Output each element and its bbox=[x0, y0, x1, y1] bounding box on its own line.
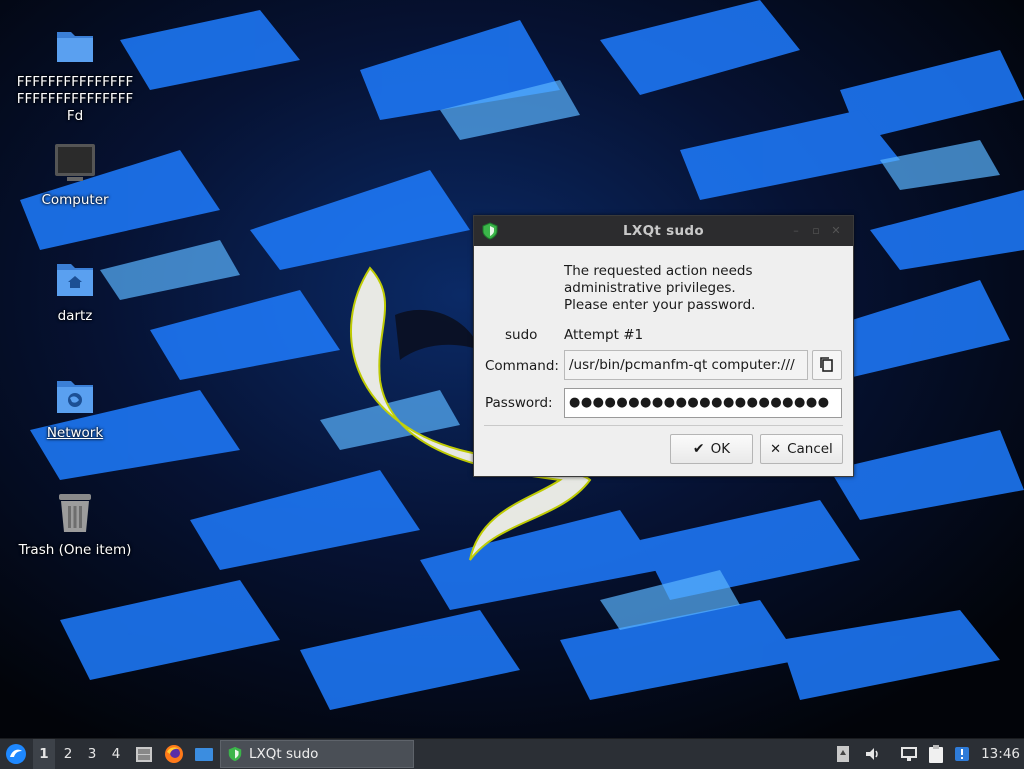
start-menu-button[interactable] bbox=[0, 739, 32, 769]
desktop-icon-trash[interactable]: Trash (One item) bbox=[10, 490, 140, 559]
update-info-icon bbox=[955, 747, 969, 761]
network-tray-button[interactable] bbox=[897, 739, 921, 769]
cancel-button[interactable]: ✕ Cancel bbox=[760, 434, 843, 464]
dialog-separator bbox=[484, 425, 843, 426]
taskbar-clock[interactable]: 13:46 bbox=[981, 739, 1020, 769]
message-line: Please enter your password. bbox=[564, 297, 756, 313]
home-folder-icon bbox=[51, 256, 99, 304]
sudo-dialog: LXQt sudo – ▫ ✕ The requested action nee… bbox=[473, 215, 854, 477]
workspace-2[interactable]: 2 bbox=[57, 739, 79, 769]
desktop-icon-label: Trash (One item) bbox=[18, 542, 132, 558]
desktop-icon bbox=[195, 748, 213, 761]
lubuntu-logo-icon bbox=[6, 744, 26, 764]
network-wired-icon bbox=[901, 747, 917, 761]
workspace-1[interactable]: 1 bbox=[33, 739, 55, 769]
firefox-icon bbox=[165, 745, 183, 763]
desktop-icon-folder[interactable]: FFFFFFFFFFFFFFFFFFFFFFFFFFFFFFFd bbox=[10, 22, 140, 125]
maximize-button[interactable]: ▫ bbox=[809, 224, 823, 238]
command-field[interactable]: /usr/bin/pcmanfm-qt computer:/// bbox=[564, 350, 808, 380]
desktop-icon-home[interactable]: dartz bbox=[10, 256, 140, 325]
tray-expand-button[interactable] bbox=[834, 739, 852, 769]
speaker-icon bbox=[866, 748, 878, 760]
message-line: The requested action needs bbox=[564, 263, 753, 279]
workspace-4[interactable]: 4 bbox=[105, 739, 127, 769]
desktop-icon-label: dartz bbox=[57, 308, 93, 324]
copy-icon bbox=[820, 357, 833, 372]
volume-button[interactable] bbox=[862, 739, 884, 769]
update-notifier-button[interactable] bbox=[951, 739, 973, 769]
desktop-icon-network[interactable]: Network bbox=[10, 373, 140, 442]
cancel-button-label: Cancel bbox=[787, 441, 833, 457]
clipboard-icon bbox=[929, 745, 943, 763]
cancel-x-icon: ✕ bbox=[770, 441, 782, 457]
arrow-up-icon bbox=[837, 746, 849, 762]
close-button[interactable]: ✕ bbox=[829, 224, 843, 238]
minimize-button[interactable]: – bbox=[789, 224, 803, 238]
task-label: LXQt sudo bbox=[249, 746, 319, 762]
check-icon: ✔ bbox=[692, 441, 705, 457]
desktop-icon-label: FFFFFFFFFFFFFFFFFFFFFFFFFFFFFFFd bbox=[16, 74, 134, 124]
attempt-label: Attempt #1 bbox=[564, 327, 644, 343]
file-manager-launcher[interactable] bbox=[132, 739, 156, 769]
desktop-icon-label: Computer bbox=[41, 192, 109, 208]
taskbar-task-lxqt-sudo[interactable]: LXQt sudo bbox=[220, 740, 414, 768]
dialog-titlebar[interactable]: LXQt sudo – ▫ ✕ bbox=[474, 216, 853, 246]
desktop-icon-label: Network bbox=[46, 425, 104, 441]
password-label: Password: bbox=[485, 395, 553, 411]
workspace-3[interactable]: 3 bbox=[81, 739, 103, 769]
file-cabinet-icon bbox=[136, 747, 152, 762]
taskbar: 1 2 3 4 LXQt sudo 13:46 bbox=[0, 738, 1024, 769]
password-field[interactable]: ●●●●●●●●●●●●●●●●●●●●●● bbox=[564, 388, 842, 418]
trash-icon bbox=[51, 490, 99, 538]
show-desktop-button[interactable] bbox=[192, 739, 216, 769]
desktop-icon-computer[interactable]: Computer bbox=[10, 140, 140, 209]
computer-icon bbox=[51, 140, 99, 188]
ok-button[interactable]: ✔ OK bbox=[670, 434, 753, 464]
ok-button-label: OK bbox=[710, 441, 731, 457]
sudo-label: sudo bbox=[505, 327, 538, 343]
clipboard-tray-button[interactable] bbox=[925, 739, 947, 769]
command-label: Command: bbox=[485, 358, 559, 374]
shield-icon bbox=[228, 746, 242, 762]
dialog-message: The requested action needs administrativ… bbox=[564, 263, 755, 314]
folder-icon bbox=[51, 22, 99, 70]
network-folder-icon bbox=[51, 373, 99, 421]
copy-command-button[interactable] bbox=[812, 350, 842, 380]
message-line: administrative privileges. bbox=[564, 280, 736, 296]
firefox-launcher[interactable] bbox=[162, 739, 186, 769]
